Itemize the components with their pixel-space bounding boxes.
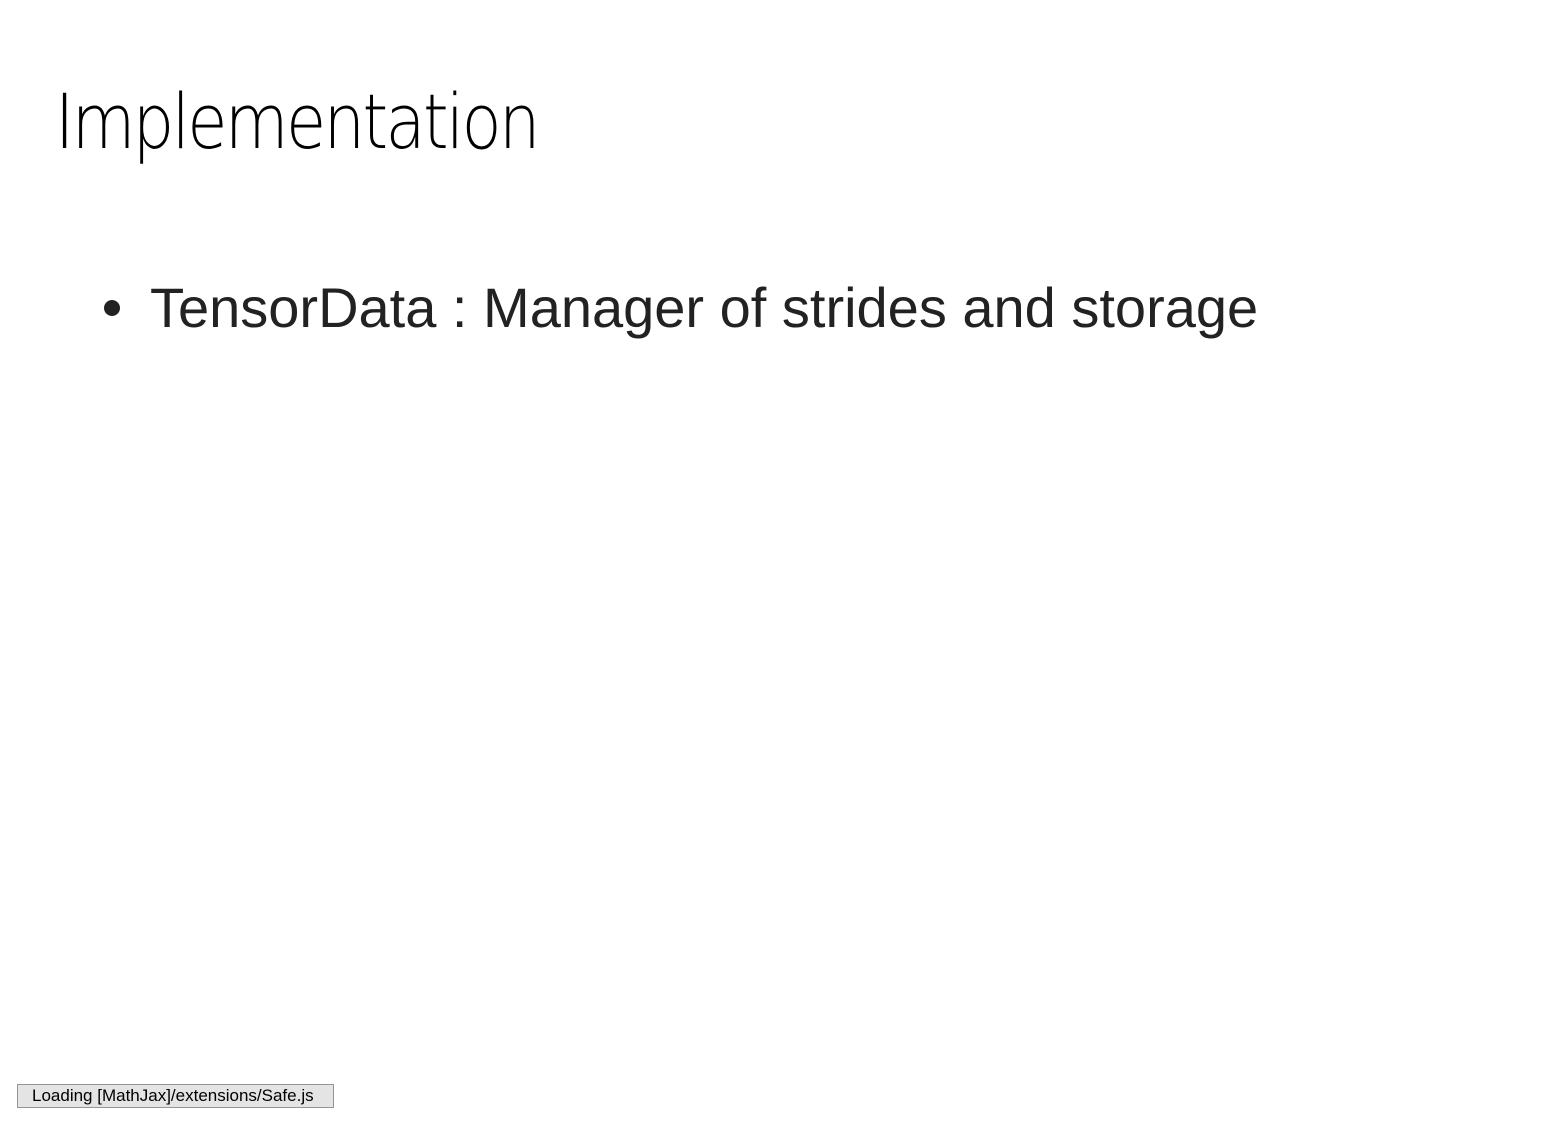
- bullet-text: TensorData : Manager of strides and stor…: [150, 276, 1259, 339]
- mathjax-loading-status: Loading [MathJax]/extensions/Safe.js: [17, 1084, 334, 1108]
- slide-title: Implementation: [55, 77, 540, 166]
- slide: Implementation TensorData : Manager of s…: [0, 0, 1561, 1138]
- list-item: TensorData : Manager of strides and stor…: [104, 272, 1258, 344]
- bullet-icon: [104, 300, 120, 316]
- bullet-list: TensorData : Manager of strides and stor…: [104, 272, 1258, 344]
